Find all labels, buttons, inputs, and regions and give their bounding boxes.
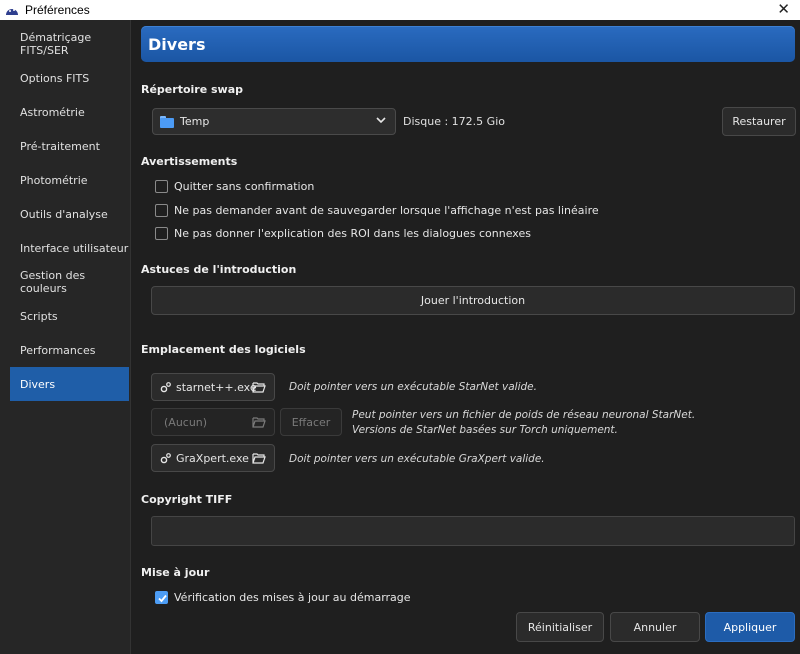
swap-folder-value: Temp — [180, 115, 210, 128]
sidebar-item-demosaicing[interactable]: Dématriçage FITS/SER — [10, 27, 129, 61]
checkbox-roi-explanation[interactable] — [155, 227, 168, 240]
play-intro-button[interactable]: Jouer l'introduction — [151, 286, 795, 315]
main-panel: Divers Répertoire swap Temp Disque : 172… — [131, 20, 800, 654]
checkbox-label: Ne pas demander avant de sauvegarder lor… — [174, 204, 599, 217]
checkbox-label: Ne pas donner l'explication des ROI dans… — [174, 227, 531, 240]
weights-hint-line1: Peut pointer vers un fichier de poids de… — [352, 409, 696, 421]
restore-button[interactable]: Restaurer — [722, 107, 796, 136]
sidebar-item-photometry[interactable]: Photométrie — [10, 163, 129, 197]
intro-section-title: Astuces de l'introduction — [141, 263, 297, 276]
gear-icon — [160, 382, 171, 393]
chevron-down-icon — [376, 117, 386, 124]
warning-quit-without-confirm[interactable]: Quitter sans confirmation — [155, 180, 314, 193]
sidebar-item-astrometry[interactable]: Astrométrie — [10, 95, 129, 129]
graxpert-exe-label: GraXpert.exe — [176, 451, 249, 465]
starnet-exe-label: starnet++.exe — [176, 380, 257, 394]
starnet-exe-button[interactable]: starnet++.exe — [151, 373, 275, 401]
warning-roi-explanation[interactable]: Ne pas donner l'explication des ROI dans… — [155, 227, 531, 240]
swap-folder-select[interactable]: Temp — [152, 108, 396, 135]
close-icon[interactable]: ✕ — [777, 0, 790, 20]
update-check-startup[interactable]: Vérification des mises à jour au démarra… — [155, 591, 411, 604]
checkbox-label: Vérification des mises à jour au démarra… — [174, 591, 411, 604]
disk-space-label: Disque : 172.5 Gio — [403, 115, 505, 128]
window-title: Préférences — [25, 3, 90, 17]
graxpert-hint: Doit pointer vers un exécutable GraXpert… — [289, 453, 545, 465]
clear-weights-button: Effacer — [280, 408, 342, 436]
starnet-hint: Doit pointer vers un exécutable StarNet … — [289, 381, 537, 393]
tiff-section-title: Copyright TIFF — [141, 493, 233, 506]
weights-hint: Peut pointer vers un fichier de poids de… — [352, 408, 695, 438]
checkmark-icon — [158, 594, 167, 603]
software-section-title: Emplacement des logiciels — [141, 343, 306, 356]
checkbox-update-startup[interactable] — [155, 591, 168, 604]
page-title: Divers — [141, 26, 795, 62]
sidebar-item-performances[interactable]: Performances — [10, 333, 129, 367]
title-bar: Préférences ✕ — [0, 0, 800, 20]
checkbox-save-non-linear[interactable] — [155, 204, 168, 217]
folder-open-icon — [252, 382, 266, 393]
sidebar-item-scripts[interactable]: Scripts — [10, 299, 129, 333]
reset-button[interactable]: Réinitialiser — [516, 612, 604, 642]
gear-icon — [160, 453, 171, 464]
folder-icon — [160, 115, 174, 128]
warning-save-non-linear[interactable]: Ne pas demander avant de sauvegarder lor… — [155, 204, 599, 217]
sidebar-item-misc[interactable]: Divers — [10, 367, 129, 401]
starnet-weights-button: (Aucun) — [151, 408, 275, 436]
weights-hint-line2: Versions de StarNet basées sur Torch uni… — [352, 424, 618, 436]
folder-open-icon — [252, 453, 266, 464]
swap-section-title: Répertoire swap — [141, 83, 243, 96]
sidebar: Dématriçage FITS/SER Options FITS Astrom… — [0, 20, 131, 654]
sidebar-item-color-management[interactable]: Gestion des couleurs — [10, 265, 129, 299]
apply-button[interactable]: Appliquer — [705, 612, 795, 642]
tiff-copyright-input[interactable] — [151, 516, 795, 546]
checkbox-label: Quitter sans confirmation — [174, 180, 315, 193]
graxpert-exe-button[interactable]: GraXpert.exe — [151, 444, 275, 472]
warnings-section-title: Avertissements — [141, 155, 238, 168]
update-section-title: Mise à jour — [141, 566, 210, 579]
folder-open-icon — [252, 417, 266, 428]
sidebar-item-user-interface[interactable]: Interface utilisateur — [10, 231, 129, 265]
starnet-weights-label: (Aucun) — [164, 415, 208, 429]
cancel-button[interactable]: Annuler — [610, 612, 700, 642]
siril-app-icon — [6, 9, 18, 15]
sidebar-item-analysis-tools[interactable]: Outils d'analyse — [10, 197, 129, 231]
sidebar-item-fits-options[interactable]: Options FITS — [10, 61, 129, 95]
checkbox-quit-without-confirm[interactable] — [155, 180, 168, 193]
sidebar-item-preprocessing[interactable]: Pré-traitement — [10, 129, 129, 163]
